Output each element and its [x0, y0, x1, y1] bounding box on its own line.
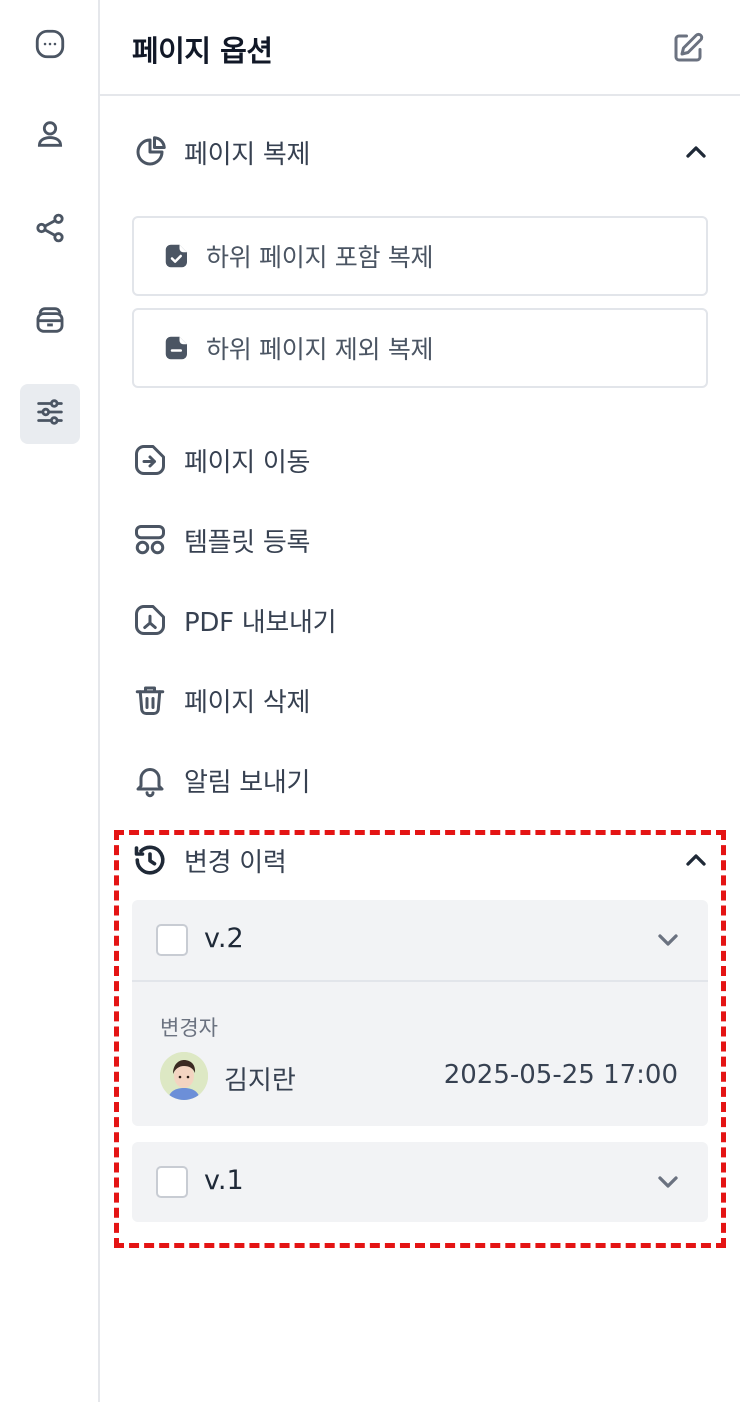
version-header[interactable]: v.1	[132, 1142, 708, 1222]
version-checkbox[interactable]	[156, 1166, 188, 1198]
changer-label: 변경자	[160, 1016, 218, 1040]
version-card: v.1	[132, 1142, 708, 1222]
changed-at-timestamp: 2025-05-25 17:00	[443, 1060, 678, 1090]
rail-chat-button[interactable]	[20, 16, 80, 76]
duplicate-without-children-label: 하위 페이지 제외 복제	[206, 335, 434, 364]
trash-icon	[132, 682, 168, 718]
register-template-button[interactable]: 템플릿 등록	[132, 518, 712, 562]
delete-page-button[interactable]: 페이지 삭제	[132, 678, 712, 722]
app-root: 페이지 옵션 페이지 복제 하위 페이지 포함 복제 하위 페이지 제외 복제 …	[0, 0, 740, 1402]
file-check-icon	[162, 241, 192, 271]
archive-icon	[33, 303, 67, 341]
settings-sliders-icon	[33, 395, 67, 433]
chevron-down-icon[interactable]	[652, 1166, 684, 1198]
icon-rail	[0, 0, 100, 1402]
chat-icon	[33, 27, 67, 65]
send-notification-button[interactable]: 알림 보내기	[132, 758, 712, 802]
duplicate-with-children-label: 하위 페이지 포함 복제	[206, 243, 434, 272]
pdf-file-icon	[132, 602, 168, 638]
duplicate-without-children-button[interactable]: 하위 페이지 제외 복제	[132, 308, 708, 388]
version-header[interactable]: v.2	[132, 900, 708, 980]
template-icon	[132, 522, 168, 558]
rail-archive-button[interactable]	[20, 292, 80, 352]
panel-header: 페이지 옵션	[100, 0, 740, 96]
duplicate-section-toggle[interactable]: 페이지 복제	[132, 130, 712, 174]
rail-user-button[interactable]	[20, 106, 80, 166]
history-icon	[132, 842, 168, 878]
move-page-button[interactable]: 페이지 이동	[132, 438, 712, 482]
page-options-panel: 페이지 옵션 페이지 복제 하위 페이지 포함 복제 하위 페이지 제외 복제 …	[100, 0, 740, 1402]
pie-chart-icon	[132, 134, 168, 170]
changer-name: 김지란	[224, 1066, 296, 1096]
duplicate-with-children-button[interactable]: 하위 페이지 포함 복제	[132, 216, 708, 296]
user-icon	[33, 117, 67, 155]
send-notification-label: 알림 보내기	[184, 767, 311, 798]
bell-icon	[132, 762, 168, 798]
move-page-label: 페이지 이동	[184, 447, 311, 478]
version-label: v.2	[204, 923, 244, 954]
register-template-label: 템플릿 등록	[184, 527, 311, 558]
history-section-label: 변경 이력	[184, 847, 287, 878]
share-icon	[33, 211, 67, 249]
chevron-up-icon	[680, 136, 712, 168]
file-minus-icon	[162, 333, 192, 363]
history-section-toggle[interactable]: 변경 이력	[132, 838, 712, 882]
move-page-icon	[132, 442, 168, 478]
version-label: v.1	[204, 1165, 244, 1196]
version-details: 변경자 김지란 2025-05-25 17:00	[132, 980, 708, 1126]
export-pdf-label: PDF 내보내기	[184, 607, 337, 638]
page-title: 페이지 옵션	[132, 34, 273, 68]
version-card: v.2 변경자 김지란 2025-05-25 17:00	[132, 900, 708, 1126]
rail-settings-button[interactable]	[20, 384, 80, 444]
duplicate-section-label: 페이지 복제	[184, 139, 311, 170]
version-checkbox[interactable]	[156, 924, 188, 956]
edit-icon	[670, 32, 706, 70]
rail-share-button[interactable]	[20, 200, 80, 260]
delete-page-label: 페이지 삭제	[184, 687, 311, 718]
export-pdf-button[interactable]: PDF 내보내기	[132, 598, 712, 642]
chevron-up-icon	[680, 844, 712, 876]
chevron-down-icon[interactable]	[652, 924, 684, 956]
avatar	[160, 1052, 208, 1100]
edit-button[interactable]	[670, 30, 706, 66]
